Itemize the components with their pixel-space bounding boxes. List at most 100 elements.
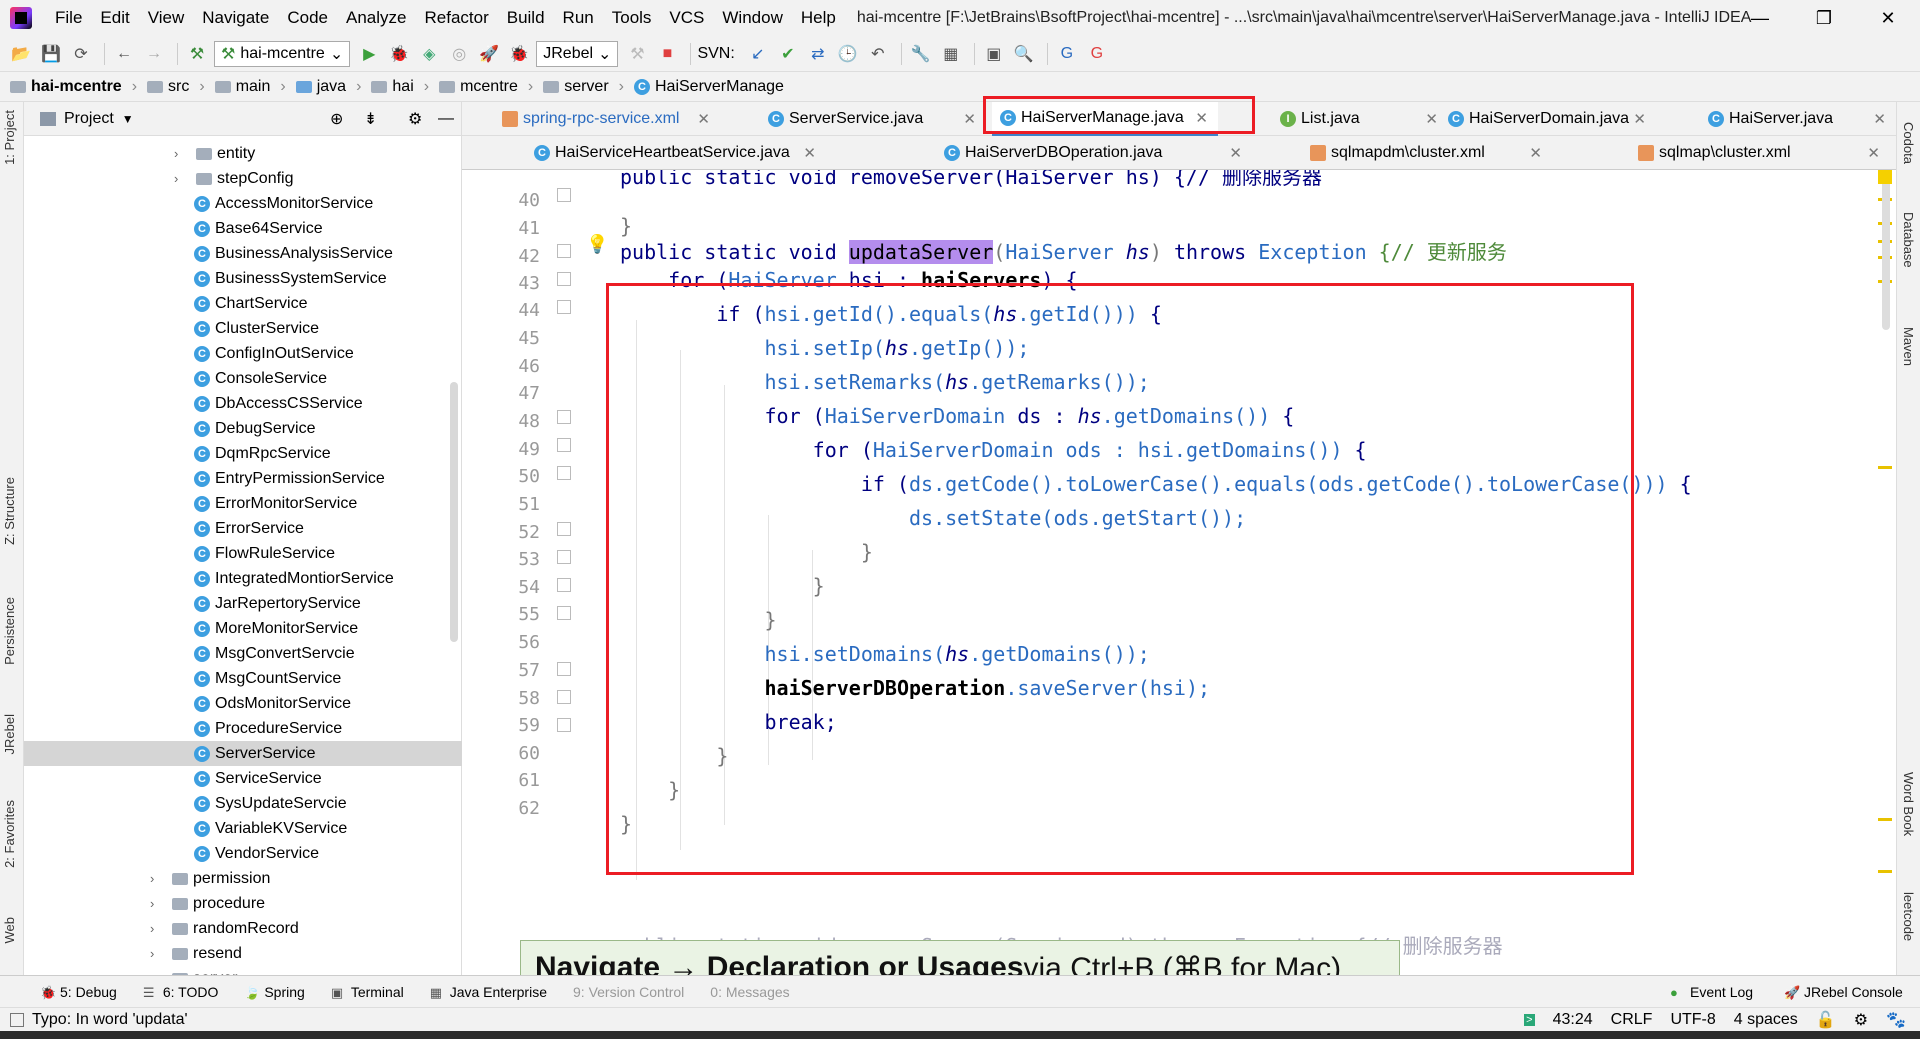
tree-class-item[interactable]: C ErrorMonitorService [24, 491, 462, 516]
notifications-icon[interactable]: 🐾 [1886, 1010, 1906, 1030]
menu-code[interactable]: Code [278, 8, 337, 28]
menu-analyze[interactable]: Analyze [337, 8, 415, 28]
tree-folder-item[interactable]: › stepConfig [24, 166, 462, 191]
tool-maven[interactable]: Maven [1901, 327, 1916, 366]
tool-jrebel[interactable]: JRebel [2, 714, 17, 754]
fold-marker-icon[interactable] [557, 718, 571, 732]
fold-marker-icon[interactable] [557, 578, 571, 592]
tool-debug[interactable]: 🐞 5: Debug [40, 984, 117, 1000]
jrebel-run-icon[interactable]: 🚀 [476, 41, 502, 67]
tree-class-item[interactable]: C Base64Service [24, 216, 462, 241]
tree-class-item[interactable]: C BusinessSystemService [24, 266, 462, 291]
tree-class-item[interactable]: C FlowRuleService [24, 541, 462, 566]
history-icon[interactable]: 🕒 [835, 41, 861, 67]
lock-icon[interactable]: 🔓 [1816, 1010, 1836, 1030]
tool-event-log[interactable]: ● Event Log [1670, 984, 1753, 1000]
fold-marker-icon[interactable] [557, 188, 571, 202]
close-tab-icon[interactable]: ✕ [963, 110, 976, 128]
menu-refactor[interactable]: Refactor [415, 8, 497, 28]
search-icon[interactable]: 🔍 [1011, 41, 1037, 67]
breadcrumb-item[interactable]: C HaiServerManage [633, 78, 784, 96]
menu-tools[interactable]: Tools [603, 8, 661, 28]
fold-marker-icon[interactable] [557, 690, 571, 704]
project-scrollbar[interactable] [450, 382, 458, 642]
tree-class-item[interactable]: C DebugService [24, 416, 462, 441]
fold-marker-icon[interactable] [557, 522, 571, 536]
tree-class-item[interactable]: C IntegratedMontiorService [24, 566, 462, 591]
locate-icon[interactable]: ⊕ [330, 109, 343, 129]
hide-panel-icon[interactable]: — [438, 110, 454, 128]
restore-icon[interactable]: ❐ [1792, 0, 1856, 36]
collapse-all-icon[interactable]: ⇟ [364, 109, 377, 129]
tab-list[interactable]: I List.java ✕ [1272, 102, 1448, 136]
run-icon[interactable]: ▶ [356, 41, 382, 67]
stop-icon[interactable]: ■ [654, 41, 680, 67]
menu-window[interactable]: Window [713, 8, 791, 28]
menu-help[interactable]: Help [792, 8, 845, 28]
back-icon[interactable]: ← [111, 41, 137, 67]
menu-vcs[interactable]: VCS [660, 8, 713, 28]
breadcrumb-item[interactable]: src [147, 78, 189, 96]
tree-class-item[interactable]: C MsgConvertServcie [24, 641, 462, 666]
tool-word-book[interactable]: Word Book [1901, 772, 1916, 836]
tree-class-item[interactable]: C ProcedureService [24, 716, 462, 741]
panel-toggle-icon[interactable] [10, 1012, 24, 1027]
tree-class-item[interactable]: C SysUpdateServcie [24, 791, 462, 816]
fold-marker-icon[interactable] [557, 244, 571, 258]
menu-navigate[interactable]: Navigate [193, 8, 278, 28]
tool-leetcode[interactable]: leetcode [1901, 892, 1916, 941]
forward-icon[interactable]: → [141, 41, 167, 67]
project-panel-title[interactable]: Project [64, 110, 114, 128]
fold-marker-icon[interactable] [557, 272, 571, 286]
tool-spring[interactable]: 🍃 Spring [244, 984, 304, 1000]
svn-commit-icon[interactable]: ✔ [775, 41, 801, 67]
chevron-right-icon[interactable]: › [150, 896, 164, 911]
vcs-icon[interactable]: ⚙ [1854, 1010, 1868, 1030]
breadcrumb-item[interactable]: hai [371, 78, 414, 96]
close-tab-icon[interactable]: ✕ [1873, 110, 1886, 128]
tree-class-item[interactable]: C DqmRpcService [24, 441, 462, 466]
tree-folder-item[interactable]: › procedure [24, 891, 462, 916]
tree-class-item[interactable]: C DbAccessCSService [24, 391, 462, 416]
gear-icon[interactable]: ⚙ [408, 109, 422, 129]
wrench-icon[interactable]: 🔧 [908, 41, 934, 67]
revert-icon[interactable]: ↶ [865, 41, 891, 67]
tree-class-item[interactable]: C EntryPermissionService [24, 466, 462, 491]
tool-web[interactable]: Web [2, 917, 17, 944]
tree-folder-item[interactable]: › randomRecord [24, 916, 462, 941]
close-tab-icon[interactable]: ✕ [1529, 144, 1542, 162]
run-config-combo[interactable]: ⚒ hai-mcentre ⌄ [214, 40, 351, 67]
tree-class-item[interactable]: C ErrorService [24, 516, 462, 541]
chevron-down-icon[interactable]: ▼ [122, 112, 134, 126]
menu-file[interactable]: File [46, 8, 91, 28]
chevron-right-icon[interactable]: › [174, 171, 188, 186]
fold-marker-icon[interactable] [557, 438, 571, 452]
tool-project[interactable]: 1: Project [2, 110, 17, 165]
tree-class-item[interactable]: C MoreMonitorService [24, 616, 462, 641]
close-tab-icon[interactable]: ✕ [1867, 144, 1880, 162]
fold-marker-icon[interactable] [557, 662, 571, 676]
minimize-icon[interactable]: — [1728, 0, 1792, 36]
tab-hai-server-db-operation[interactable]: C HaiServerDBOperation.java ✕ [936, 136, 1252, 170]
caret-position[interactable]: 43:24 [1553, 1011, 1593, 1029]
build-hammer-icon[interactable]: ⚒ [184, 41, 210, 67]
tree-folder-item[interactable]: › entity [24, 141, 462, 166]
translate-icon[interactable]: G [1054, 41, 1080, 67]
profile-icon[interactable]: ◎ [446, 41, 472, 67]
debug-icon[interactable]: 🐞 [386, 41, 412, 67]
breadcrumb-item[interactable]: hai-mcentre [10, 78, 122, 96]
tree-class-item[interactable]: C ServerService [24, 741, 462, 766]
tool-jrebel-console[interactable]: 🚀 JRebel Console [1784, 984, 1903, 1000]
tool-java-enterprise[interactable]: ▦ Java Enterprise [430, 984, 547, 1000]
tree-class-item[interactable]: C BusinessAnalysisService [24, 241, 462, 266]
chevron-right-icon[interactable]: › [174, 146, 188, 161]
tree-folder-item[interactable]: › resend [24, 941, 462, 966]
tree-class-item[interactable]: C VendorService [24, 841, 462, 866]
close-tab-icon[interactable]: ✕ [1633, 110, 1646, 128]
tab-sqlmap-cluster[interactable]: sqlmap\cluster.xml ✕ [1630, 136, 1890, 170]
jrebel-debug-icon[interactable]: 🐞 [506, 41, 532, 67]
editor-scrollbar[interactable] [1882, 170, 1890, 330]
svn-compare-icon[interactable]: ⇄ [805, 41, 831, 67]
tree-folder-item[interactable]: › permission [24, 866, 462, 891]
tree-class-item[interactable]: C ClusterService [24, 316, 462, 341]
